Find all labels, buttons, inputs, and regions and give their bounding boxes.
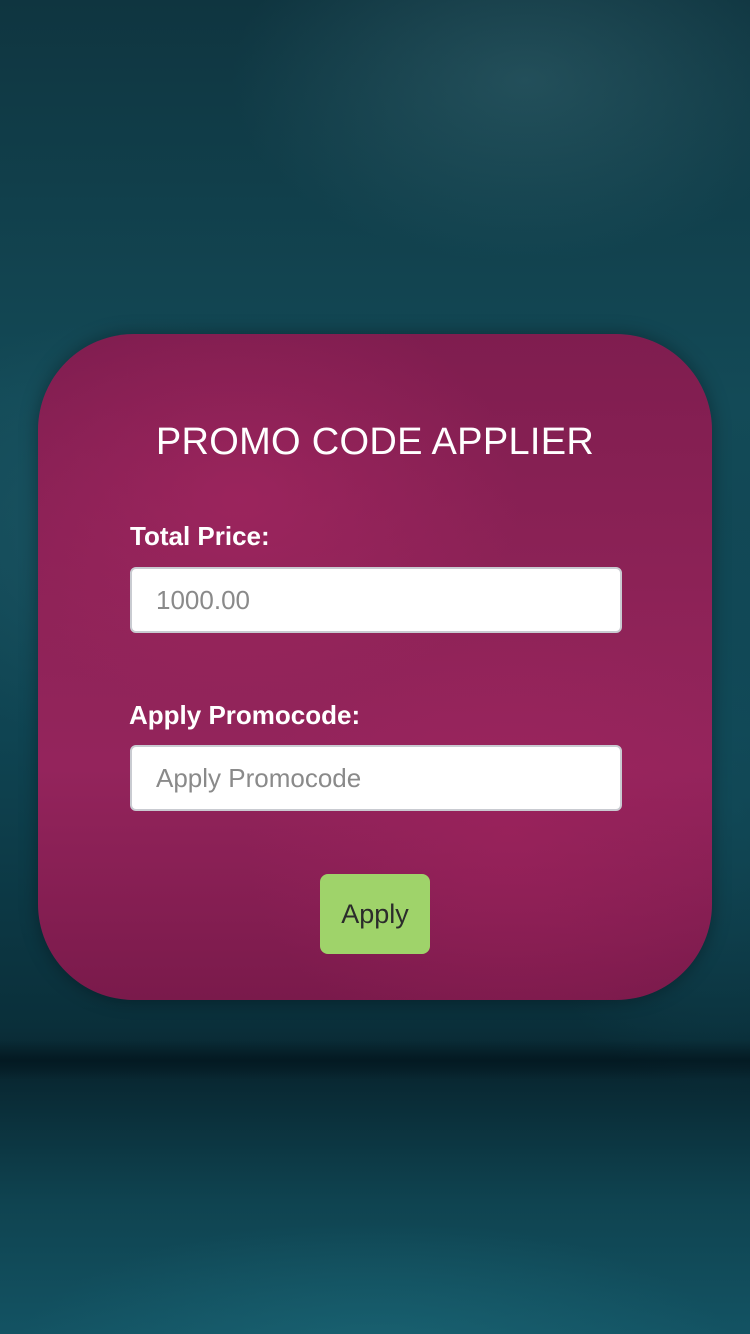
promocode-label: Apply Promocode: xyxy=(129,700,361,730)
promocode-input[interactable] xyxy=(130,745,622,811)
page-title: PROMO CODE APPLIER xyxy=(155,421,595,463)
apply-button[interactable]: Apply xyxy=(320,874,430,954)
background-floor-shadow xyxy=(0,1040,750,1080)
total-price-input[interactable] xyxy=(130,567,622,633)
total-price-label: Total Price: xyxy=(130,521,270,551)
